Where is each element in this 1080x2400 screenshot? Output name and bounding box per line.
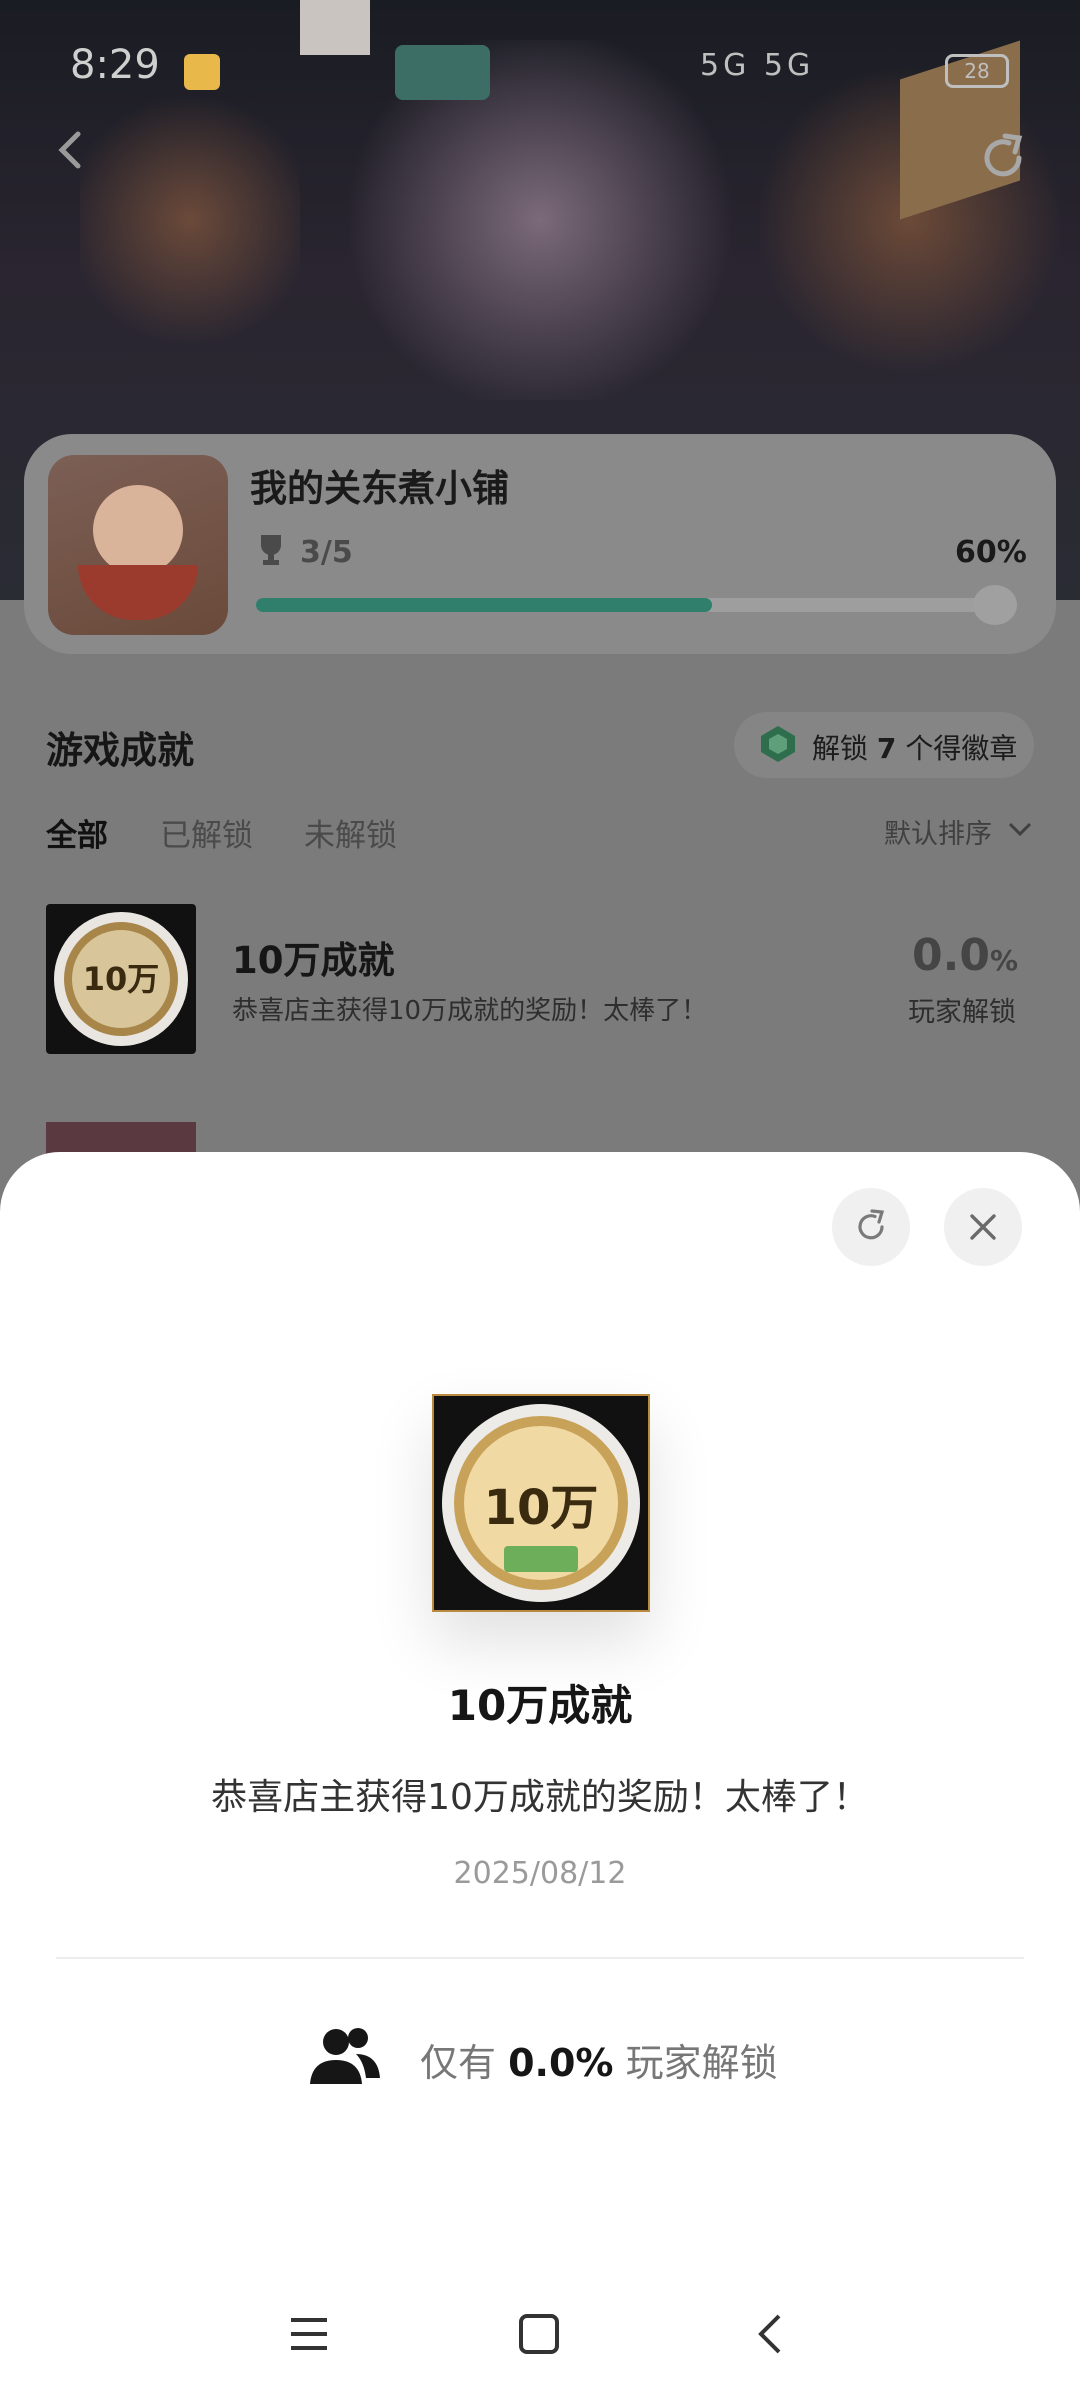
achievement-thumbnail[interactable]: 10万 bbox=[46, 904, 196, 1054]
share-icon bbox=[858, 1209, 885, 1240]
notification-icon bbox=[184, 54, 220, 90]
tab-all[interactable]: 全部 bbox=[46, 810, 108, 855]
status-bar: 8:29 5G 5G 28 bbox=[0, 0, 1080, 130]
achievement-name: 10万成就 bbox=[232, 939, 395, 982]
achievement-percent-label: 玩家解锁 bbox=[908, 997, 1016, 1028]
battery-icon: 28 bbox=[945, 54, 1009, 88]
sheet-title: 10万成就 bbox=[447, 1681, 633, 1730]
achievement-percent: 0.0% bbox=[912, 930, 1019, 981]
achievement-description: 恭喜店主获得10万成就的奖励！太棒了！ bbox=[232, 996, 708, 1026]
share-icon[interactable] bbox=[975, 130, 1031, 186]
people-icon bbox=[310, 2028, 380, 2084]
badge-reward-text: 解锁 7 个得徽章 bbox=[812, 732, 1018, 765]
achievement-badge-image: 10万 bbox=[432, 1394, 650, 1612]
shop-title: 我的关东煮小铺 bbox=[250, 467, 509, 510]
unlock-stat: 仅有 0.0% 玩家解锁 bbox=[420, 2041, 778, 2085]
home-icon[interactable] bbox=[515, 2310, 563, 2358]
menu-icon[interactable] bbox=[285, 2310, 333, 2358]
network-indicator: 5G 5G bbox=[700, 48, 815, 83]
sort-dropdown[interactable]: 默认排序 bbox=[884, 812, 992, 851]
badge-icon bbox=[761, 726, 795, 762]
badge-label: 10万 bbox=[483, 1480, 599, 1536]
section-title: 游戏成就 bbox=[46, 729, 194, 772]
close-icon bbox=[970, 1214, 996, 1240]
unlock-date: 2025/08/12 bbox=[453, 1856, 627, 1891]
tab-unlocked[interactable]: 已解锁 bbox=[160, 810, 253, 855]
nav-back-icon[interactable] bbox=[747, 2310, 795, 2358]
progress-percent: 60% bbox=[955, 535, 1027, 570]
trophy-icon bbox=[261, 535, 281, 565]
chevron-down-icon[interactable] bbox=[1006, 818, 1034, 840]
divider bbox=[56, 1957, 1024, 1959]
sheet-description: 恭喜店主获得10万成就的奖励！太棒了！ bbox=[211, 1777, 869, 1818]
progress-count: 3/5 bbox=[300, 535, 353, 570]
close-button[interactable] bbox=[944, 1188, 1022, 1266]
status-time: 8:29 bbox=[70, 42, 160, 88]
tab-locked[interactable]: 未解锁 bbox=[304, 810, 397, 855]
thumb-label: 10万 bbox=[82, 960, 160, 998]
shop-avatar bbox=[48, 455, 228, 635]
progress-fill bbox=[256, 598, 712, 612]
share-button[interactable] bbox=[832, 1188, 910, 1266]
back-icon[interactable] bbox=[50, 130, 90, 170]
progress-end-icon bbox=[973, 585, 1017, 625]
